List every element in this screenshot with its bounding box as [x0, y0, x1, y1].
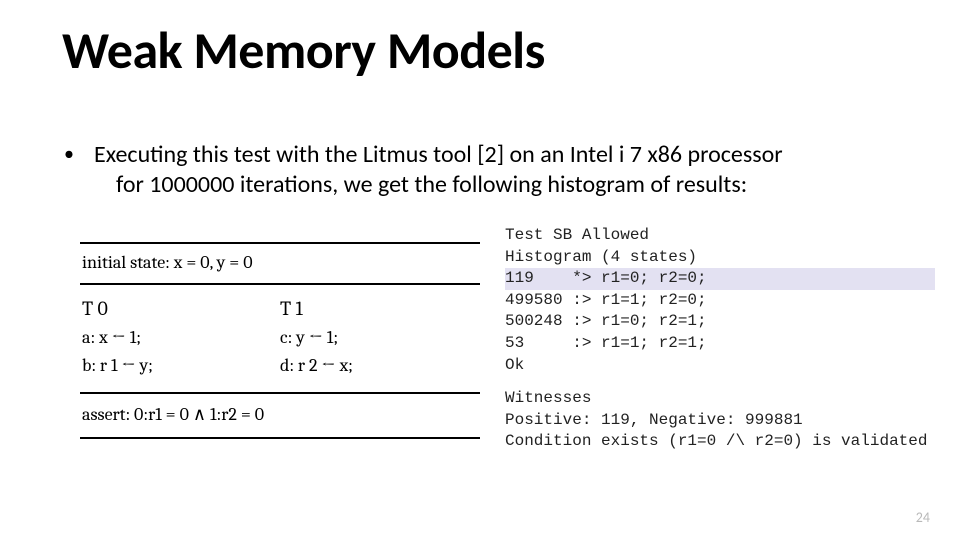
out-hist-row: 500248 :> r1=0; r2=1;: [505, 311, 935, 333]
out-hist-row: 499580 :> r1=1; r2=0;: [505, 290, 935, 312]
divider: [80, 283, 480, 285]
out-ok: Ok: [505, 355, 935, 377]
out-condition: Condition exists (r1=0 /\ r2=0) is valid…: [505, 431, 935, 453]
bullet-dot-icon: •: [64, 142, 74, 167]
thread-1: T 1 c: y ← 1; d: r 2 ← x;: [280, 293, 478, 380]
bullet-line-1: Executing this test with the Litmus tool…: [78, 140, 920, 170]
slide-title: Weak Memory Models: [62, 18, 545, 82]
bullet-line-2: for 1000000 iterations, we get the follo…: [78, 170, 920, 200]
divider: [80, 392, 480, 394]
stmt-c: c: y ← 1;: [280, 324, 478, 352]
page-number: 24: [916, 509, 930, 526]
divider: [80, 242, 480, 244]
thread-1-head: T 1: [280, 293, 478, 324]
slide: Weak Memory Models • Executing this test…: [0, 0, 960, 540]
thread-0-head: T 0: [82, 293, 280, 324]
spacer: [505, 376, 935, 388]
out-posneg: Positive: 119, Negative: 999881: [505, 410, 935, 432]
initial-state: initial state: x = 0, y = 0: [80, 248, 480, 279]
out-hist-row-highlighted: 119 *> r1=0; r2=0;: [505, 268, 935, 290]
out-test: Test SB Allowed: [505, 225, 935, 247]
out-witnesses: Witnesses: [505, 388, 935, 410]
litmus-output: Test SB Allowed Histogram (4 states) 119…: [505, 225, 935, 453]
divider: [80, 437, 480, 439]
thread-0: T 0 a: x ← 1; b: r 1 ← y;: [82, 293, 280, 380]
stmt-d: d: r 2 ← x;: [280, 352, 478, 380]
stmt-b: b: r 1 ← y;: [82, 352, 280, 380]
threads: T 0 a: x ← 1; b: r 1 ← y; T 1 c: y ← 1; …: [80, 289, 480, 388]
out-hist-row: 53 :> r1=1; r2=1;: [505, 333, 935, 355]
litmus-table: initial state: x = 0, y = 0 T 0 a: x ← 1…: [80, 238, 480, 443]
assert-line: assert: 0:r1 = 0 ∧ 1:r2 = 0: [80, 398, 480, 433]
bullet-block: • Executing this test with the Litmus to…: [78, 140, 920, 200]
out-hist-head: Histogram (4 states): [505, 247, 935, 269]
stmt-a: a: x ← 1;: [82, 324, 280, 352]
